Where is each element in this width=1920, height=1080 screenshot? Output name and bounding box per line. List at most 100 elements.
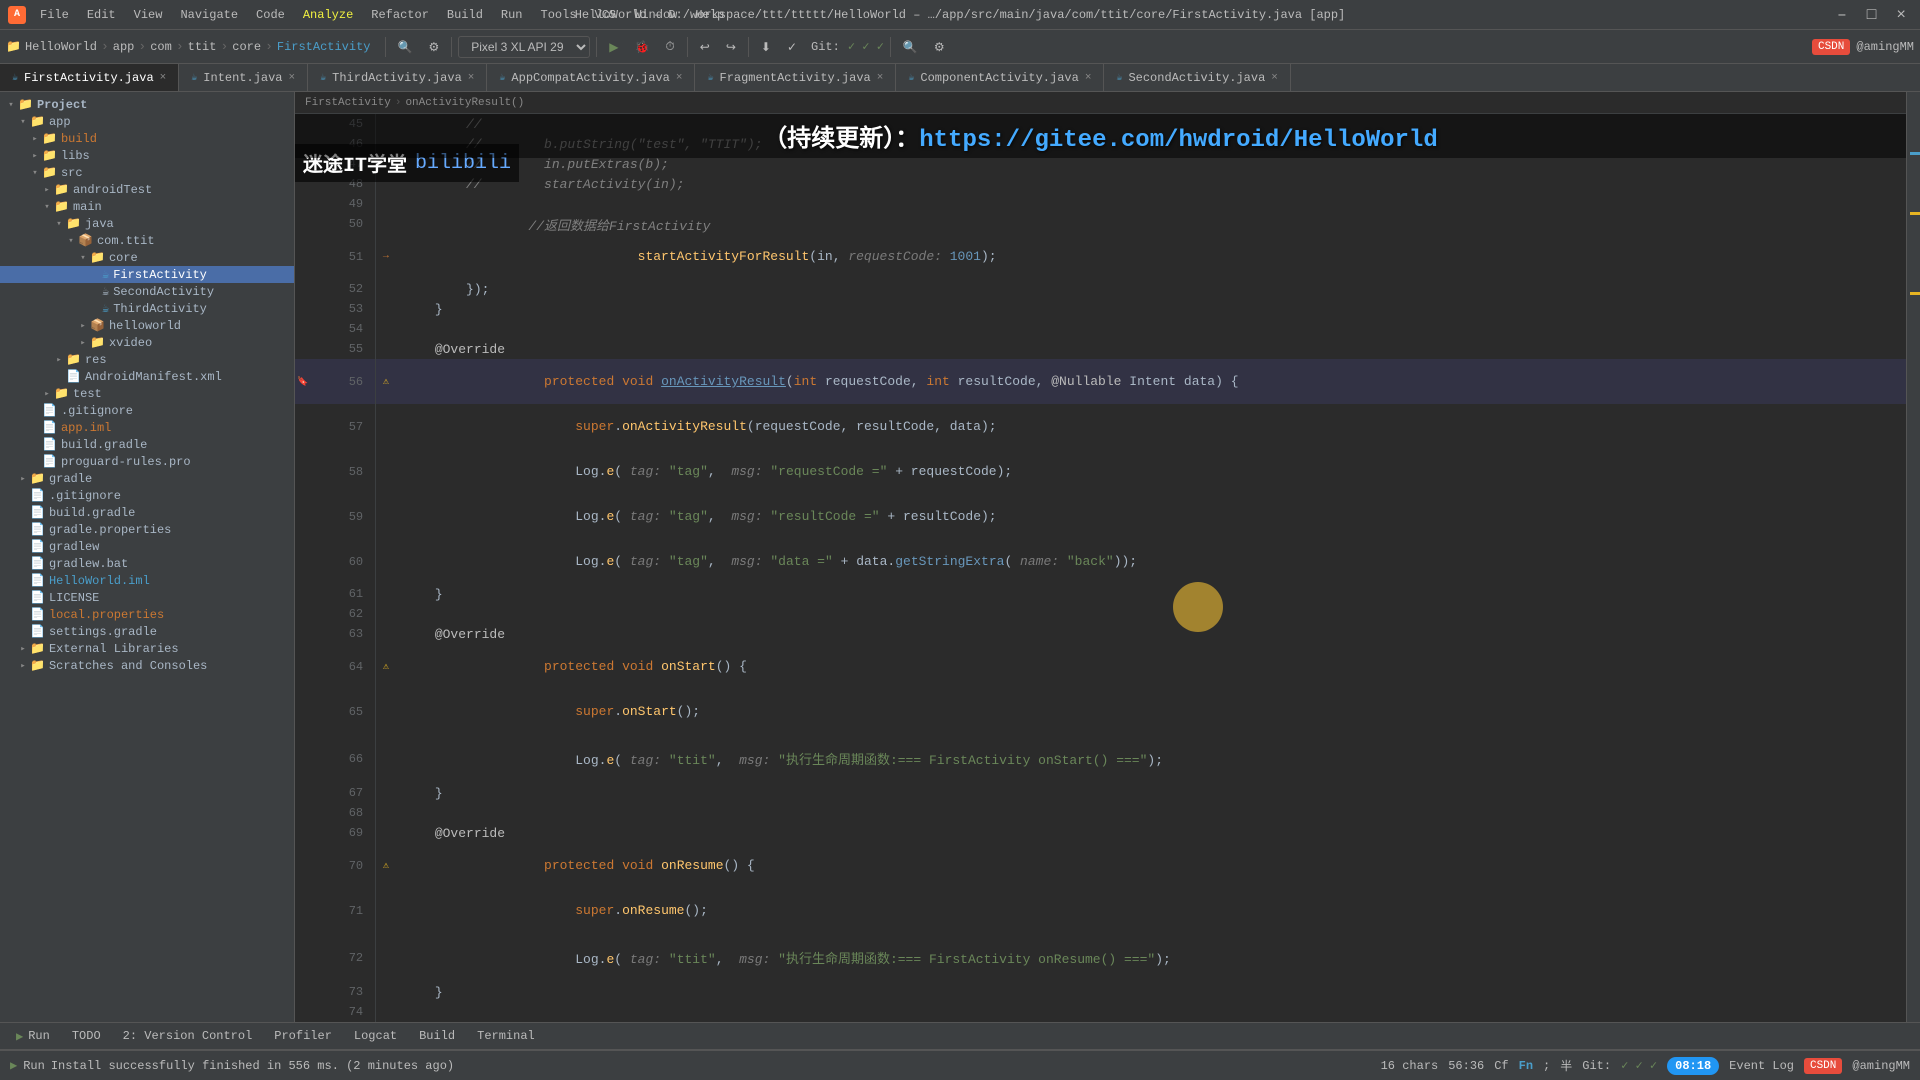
breadcrumb-method[interactable]: onActivityResult() [405,97,524,109]
sidebar-thirdactivity[interactable]: ☕ ThirdActivity [0,300,294,317]
menu-refactor[interactable]: Refactor [363,6,437,24]
sidebar-manifest[interactable]: 📄 AndroidManifest.xml [0,368,294,385]
menu-file[interactable]: File [32,6,77,24]
sidebar-comttit[interactable]: ▾ 📦 com.ttit [0,232,294,249]
bottom-tab-logcat[interactable]: Logcat [344,1027,407,1045]
menu-build[interactable]: Build [439,6,491,24]
bottom-tab-run[interactable]: ▶ Run [6,1027,60,1046]
sidebar-main[interactable]: ▾ 📁 main [0,198,294,215]
menu-run[interactable]: Run [493,6,531,24]
font-label: Fn [1519,1059,1533,1073]
sidebar-gradlewbat[interactable]: 📄 gradlew.bat [0,555,294,572]
sidebar-proguard[interactable]: 📄 proguard-rules.pro [0,453,294,470]
sidebar-localprops[interactable]: 📄 local.properties [0,606,294,623]
menu-navigate[interactable]: Navigate [172,6,246,24]
redo-btn[interactable]: ↪ [720,37,742,57]
sidebar-src[interactable]: ▾ 📁 src [0,164,294,181]
find-btn[interactable]: 🔍 [897,37,924,57]
git-update-btn[interactable]: ⬇ [755,37,777,57]
input-mode: 半 [1560,1057,1572,1074]
breadcrumb-firstactivity[interactable]: FirstActivity [305,97,391,109]
menu-edit[interactable]: Edit [79,6,124,24]
sidebar-res[interactable]: ▸ 📁 res [0,351,294,368]
menu-analyze[interactable]: Analyze [295,6,361,24]
tab-fragment[interactable]: ☕ FragmentActivity.java × [695,64,896,92]
bottom-tab-vc[interactable]: 2: Version Control [113,1027,263,1045]
sidebar-androidtest[interactable]: ▸ 📁 androidTest [0,181,294,198]
debug-btn[interactable]: 🐞 [628,37,655,57]
sidebar-app[interactable]: ▾ 📁 app [0,113,294,130]
sidebar-appiml[interactable]: 📄 app.iml [0,419,294,436]
close-tab-component[interactable]: × [1085,72,1092,84]
maximize-btn[interactable]: □ [1861,6,1883,24]
bottom-tab-build[interactable]: Build [409,1027,465,1045]
event-log-btn[interactable]: Event Log [1729,1059,1794,1073]
sidebar-scratches[interactable]: ▸ 📁 Scratches and Consoles [0,657,294,674]
search-btn[interactable]: 🔍 [392,37,419,57]
project-label: HelloWorld [25,40,97,54]
sidebar-license[interactable]: 📄 LICENSE [0,589,294,606]
sidebar-secondactivity[interactable]: ☕ SecondActivity [0,283,294,300]
sidebar-gitignore-app[interactable]: 📄 .gitignore [0,402,294,419]
tab-intent[interactable]: ☕ Intent.java × [179,64,308,92]
table-row: 67 } [295,783,1906,803]
code-table: 45 // 46 // b.putString("test", "TTIT"); [295,114,1906,1022]
sidebar-xvideo[interactable]: ▸ 📁 xvideo [0,334,294,351]
git-status-label: Git: [1582,1059,1611,1073]
minimize-btn[interactable]: – [1831,6,1853,24]
table-row: 61 } [295,584,1906,604]
close-tab-intent[interactable]: × [289,72,296,84]
csdn-badge: CSDN [1812,39,1850,55]
sidebar-core[interactable]: ▾ 📁 core [0,249,294,266]
menu-view[interactable]: View [126,6,171,24]
close-tab-fragment[interactable]: × [877,72,884,84]
run-config-btn[interactable]: ▶ [603,37,624,57]
sidebar-settingsgradle[interactable]: 📄 settings.gradle [0,623,294,640]
table-row: 73 } [295,982,1906,1002]
table-row: 64 ⚠ protected void onStart() { [295,644,1906,689]
sidebar-gitignore-root[interactable]: 📄 .gitignore [0,487,294,504]
profile-btn[interactable]: ⏱ [659,36,680,57]
close-tab-thirdactivity[interactable]: × [468,72,475,84]
sidebar-gradlew[interactable]: 📄 gradlew [0,538,294,555]
sidebar-project-header[interactable]: ▾ 📁 Project [0,96,294,113]
tab-firstactivity[interactable]: ☕ FirstActivity.java × [0,64,179,92]
git-commit-btn[interactable]: ✓ [781,37,803,57]
close-btn[interactable]: × [1890,6,1912,24]
settings2-btn[interactable]: ⚙ [928,37,951,57]
tab-appcompat[interactable]: ☕ AppCompatActivity.java × [487,64,695,92]
tab-component[interactable]: ☕ ComponentActivity.java × [896,64,1104,92]
char-count: 16 chars [1381,1059,1439,1073]
menu-code[interactable]: Code [248,6,293,24]
bottom-tab-todo[interactable]: TODO [62,1027,111,1045]
banner-url[interactable]: https://gitee.com/hwdroid/HelloWorld [919,127,1437,154]
bottom-tab-terminal[interactable]: Terminal [467,1027,545,1045]
table-row: 70 ⚠ protected void onResume() { [295,843,1906,888]
sidebar-libs[interactable]: ▸ 📁 libs [0,147,294,164]
undo-btn[interactable]: ↩ [694,37,716,57]
sidebar-helloworldiml[interactable]: 📄 HelloWorld.iml [0,572,294,589]
tab-thirdactivity[interactable]: ☕ ThirdActivity.java × [308,64,487,92]
bottom-tab-profiler[interactable]: Profiler [264,1027,342,1045]
sidebar-buildgradle-root[interactable]: 📄 build.gradle [0,504,294,521]
scroll-mark-warn [1910,212,1920,215]
sidebar-firstactivity[interactable]: ☕ FirstActivity [0,266,294,283]
window-controls: – □ × [1831,6,1912,24]
settings-btn[interactable]: ⚙ [422,37,445,57]
sidebar-test[interactable]: ▸ 📁 test [0,385,294,402]
table-row: 59 Log.e( tag: "tag", msg: "resultCode =… [295,494,1906,539]
close-tab-firstactivity[interactable]: × [160,72,167,84]
close-tab-second[interactable]: × [1271,72,1278,84]
sidebar-gradleprops[interactable]: 📄 gradle.properties [0,521,294,538]
device-selector[interactable]: app Pixel 3 XL API 29 [458,36,590,58]
close-tab-appcompat[interactable]: × [676,72,683,84]
sidebar-gradle-folder[interactable]: ▸ 📁 gradle [0,470,294,487]
sidebar-build[interactable]: ▸ 📁 build [0,130,294,147]
sidebar-java[interactable]: ▾ 📁 java [0,215,294,232]
sidebar-helloworld[interactable]: ▸ 📦 helloworld [0,317,294,334]
tab-secondactivity[interactable]: ☕ SecondActivity.java × [1104,64,1290,92]
sidebar-buildgradle-app[interactable]: 📄 build.gradle [0,436,294,453]
table-row: 72 Log.e( tag: "ttit", msg: "执行生命周期函数:==… [295,933,1906,982]
code-editor[interactable]: 45 // 46 // b.putString("test", "TTIT"); [295,114,1906,1022]
sidebar-external-libs[interactable]: ▸ 📁 External Libraries [0,640,294,657]
